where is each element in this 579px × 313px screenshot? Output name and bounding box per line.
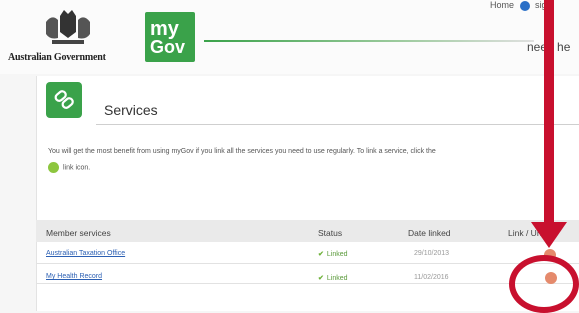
annotation-circle bbox=[509, 255, 579, 313]
column-header-status: Status bbox=[318, 228, 343, 238]
column-header-member-services: Member services bbox=[46, 228, 111, 238]
intro-text-continued: link icon. bbox=[48, 162, 90, 173]
annotation-arrow-head bbox=[531, 222, 567, 248]
logo-gov-text: Gov bbox=[150, 37, 186, 57]
date-linked-cell: 11/02/2016 bbox=[414, 274, 449, 281]
check-icon: ✔ bbox=[318, 275, 324, 282]
status-cell: ✔ Linked bbox=[318, 250, 348, 258]
header-links: Home sign bbox=[490, 0, 552, 11]
link-icon-label: link icon. bbox=[63, 164, 91, 172]
header-divider bbox=[204, 40, 534, 42]
coat-of-arms-icon bbox=[46, 10, 90, 44]
page-title: Services bbox=[104, 102, 158, 118]
status-text: Linked bbox=[326, 275, 348, 282]
table-header bbox=[36, 220, 579, 242]
column-header-date-linked: Date linked bbox=[408, 228, 451, 238]
status-cell: ✔ Linked bbox=[318, 274, 348, 282]
service-link-my-health-record[interactable]: My Health Record bbox=[46, 273, 102, 280]
check-icon: ✔ bbox=[318, 251, 324, 258]
services-link-icon bbox=[46, 82, 82, 118]
table-row bbox=[36, 265, 579, 284]
date-linked-cell: 29/10/2013 bbox=[414, 250, 450, 257]
service-link-ato[interactable]: Australian Taxation Office bbox=[46, 250, 125, 257]
link-icon bbox=[48, 162, 59, 173]
mygov-logo[interactable]: my Gov bbox=[145, 12, 195, 62]
government-name: Australian Government bbox=[8, 52, 106, 63]
status-text: Linked bbox=[326, 251, 348, 258]
title-divider bbox=[96, 124, 579, 125]
annotation-arrow-shaft bbox=[544, 0, 554, 228]
home-link[interactable]: Home bbox=[490, 0, 514, 10]
globe-icon bbox=[519, 0, 530, 11]
intro-text: You will get the most benefit from using… bbox=[48, 148, 436, 155]
logo-my-text: my bbox=[150, 18, 179, 40]
